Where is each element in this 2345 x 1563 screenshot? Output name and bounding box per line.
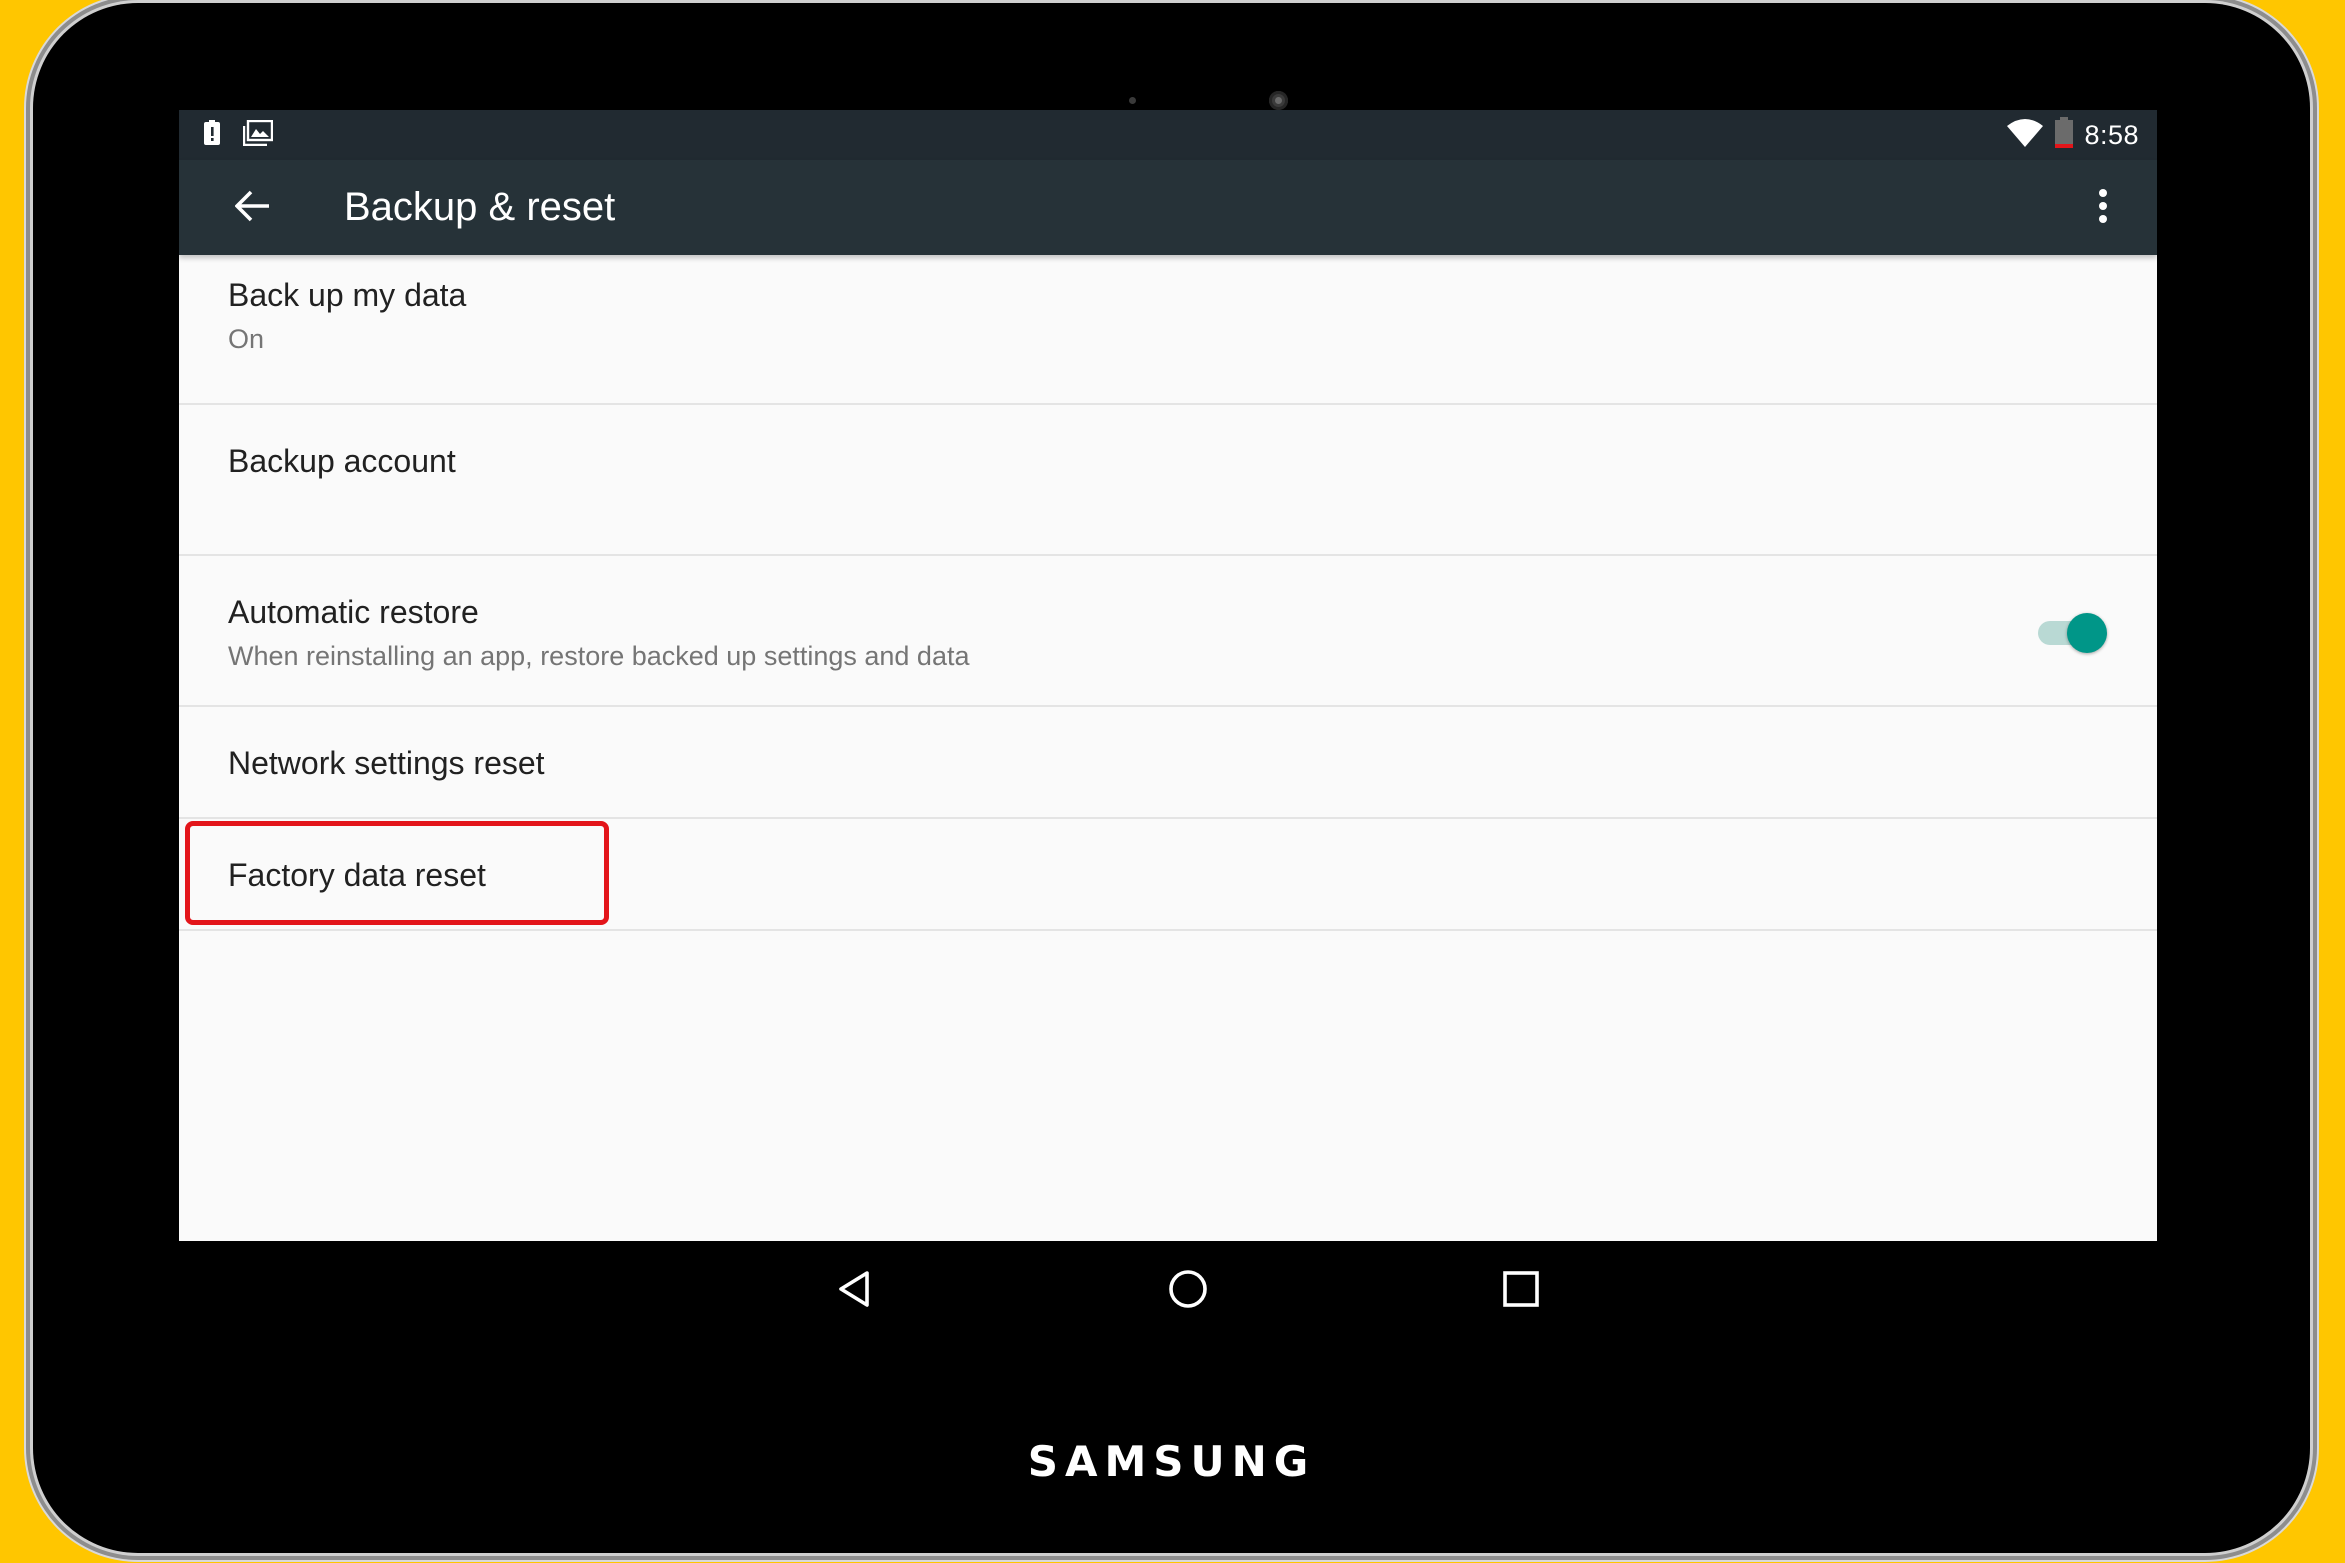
toggle-thumb bbox=[2067, 613, 2107, 653]
battery-icon bbox=[2054, 117, 2074, 153]
navigation-bar bbox=[179, 1241, 2157, 1341]
wifi-icon bbox=[2006, 118, 2044, 152]
app-bar: Backup & reset bbox=[179, 160, 2157, 255]
alert-icon bbox=[203, 120, 221, 150]
nav-recents-button[interactable] bbox=[1491, 1261, 1551, 1321]
recents-square-icon bbox=[1502, 1270, 1540, 1312]
back-button[interactable] bbox=[225, 180, 281, 236]
settings-list: Back up my data On Backup account Automa… bbox=[179, 255, 2157, 931]
nav-home-button[interactable] bbox=[1158, 1261, 1218, 1321]
setting-title: Backup account bbox=[228, 443, 456, 479]
home-circle-icon bbox=[1167, 1268, 1209, 1314]
setting-title: Automatic restore bbox=[228, 594, 479, 630]
setting-network-settings-reset[interactable]: Network settings reset bbox=[179, 707, 2157, 819]
setting-title: Back up my data bbox=[228, 277, 467, 313]
automatic-restore-toggle[interactable] bbox=[2035, 613, 2107, 653]
setting-factory-data-reset[interactable]: Factory data reset bbox=[179, 819, 2157, 931]
setting-summary: On bbox=[228, 324, 265, 354]
setting-summary: When reinstalling an app, restore backed… bbox=[228, 641, 970, 671]
setting-title: Network settings reset bbox=[228, 745, 545, 781]
nav-back-button[interactable] bbox=[824, 1261, 884, 1321]
more-vert-icon bbox=[2098, 189, 2108, 227]
setting-automatic-restore[interactable]: Automatic restore When reinstalling an a… bbox=[179, 556, 2157, 707]
arrow-back-icon bbox=[234, 190, 271, 226]
gallery-icon bbox=[242, 119, 274, 150]
screen: 8:58 Backup & reset Back up my data On B… bbox=[179, 110, 2157, 1241]
setting-back-up-my-data[interactable]: Back up my data On bbox=[179, 255, 2157, 405]
brand-logo: SAMSUNG bbox=[1027, 1437, 1316, 1486]
status-bar: 8:58 bbox=[179, 110, 2157, 160]
tablet-frame: 8:58 Backup & reset Back up my data On B… bbox=[33, 3, 2310, 1553]
sensor-dot bbox=[1129, 97, 1136, 104]
back-triangle-icon bbox=[834, 1269, 874, 1313]
front-camera bbox=[1269, 91, 1288, 110]
more-options-button[interactable] bbox=[2083, 180, 2123, 236]
status-time: 8:58 bbox=[2084, 119, 2139, 150]
page-title: Backup & reset bbox=[344, 185, 616, 229]
setting-backup-account[interactable]: Backup account bbox=[179, 405, 2157, 556]
setting-title: Factory data reset bbox=[228, 857, 486, 893]
